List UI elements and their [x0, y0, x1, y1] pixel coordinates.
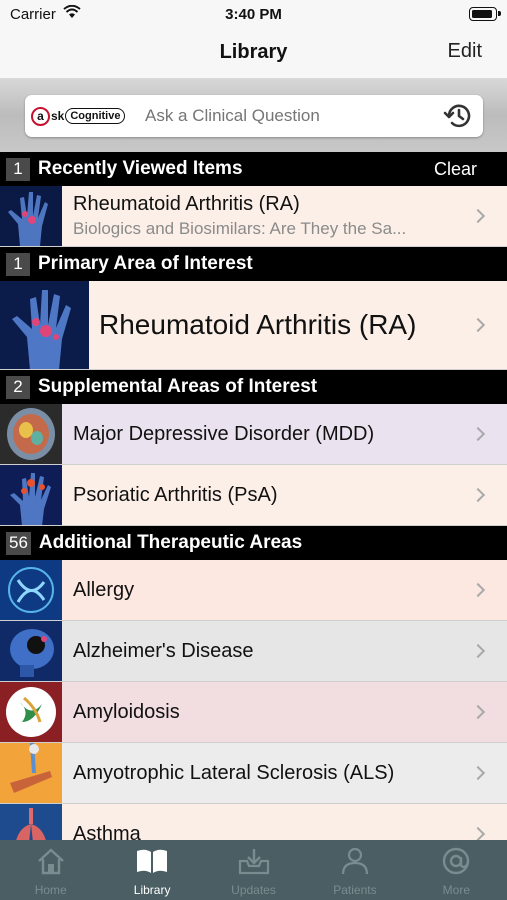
therapeutic-area-item[interactable]: Amyloidosis — [0, 682, 507, 743]
ask-cognitive-logo: a sk Cognitive — [31, 106, 126, 126]
als-thumbnail — [0, 743, 62, 803]
section-count: 2 — [6, 375, 30, 399]
allergy-thumbnail — [0, 560, 62, 620]
supplemental-item[interactable]: Major Depressive Disorder (MDD) — [0, 404, 507, 465]
section-count: 1 — [6, 252, 30, 276]
recent-item[interactable]: Rheumatoid Arthritis (RA) Biologics and … — [0, 186, 507, 247]
tab-label: Home — [34, 883, 67, 897]
section-title: Additional Therapeutic Areas — [38, 532, 303, 553]
tab-patients[interactable]: Patients — [304, 840, 405, 900]
section-header-additional: 56 Additional Therapeutic Areas — [0, 526, 507, 560]
section-title: Supplemental Areas of Interest — [38, 376, 318, 397]
item-title: Psoriatic Arthritis (PsA) — [73, 483, 278, 506]
tab-label: Updates — [231, 883, 276, 897]
home-icon — [35, 847, 67, 880]
history-icon[interactable] — [443, 102, 473, 135]
tab-home[interactable]: Home — [0, 840, 101, 900]
tab-label: Patients — [333, 883, 377, 897]
ask-logo-text: sk — [51, 109, 65, 123]
section-count: 56 — [6, 531, 31, 555]
primary-item[interactable]: Rheumatoid Arthritis (RA) — [0, 281, 507, 370]
book-icon — [135, 847, 169, 880]
item-title: Rheumatoid Arthritis (RA) — [99, 309, 417, 340]
battery-icon — [469, 7, 501, 21]
edit-button[interactable]: Edit — [448, 40, 482, 63]
ask-cognitive-search-box[interactable]: a sk Cognitive — [25, 95, 483, 137]
item-title: Asthma — [73, 822, 141, 841]
navigation-bar: Library Edit — [0, 30, 507, 78]
psa-hand-thumbnail — [0, 465, 62, 525]
section-header-supplemental: 2 Supplemental Areas of Interest — [0, 370, 507, 404]
cognitive-logo-text: Cognitive — [65, 108, 126, 124]
tab-label: Library — [133, 883, 171, 897]
brain-scan-thumbnail — [0, 404, 62, 464]
item-title: Allergy — [73, 578, 135, 601]
tab-label: More — [442, 883, 470, 897]
item-title: Alzheimer's Disease — [73, 639, 254, 662]
section-title: Primary Area of Interest — [38, 253, 253, 274]
section-title: Recently Viewed Items — [38, 158, 243, 179]
clock: 3:40 PM — [225, 6, 282, 23]
therapeutic-area-item[interactable]: Allergy — [0, 560, 507, 621]
asthma-thumbnail — [0, 804, 62, 840]
item-title: Amyotrophic Lateral Sclerosis (ALS) — [73, 761, 395, 784]
item-title: Amyloidosis — [73, 700, 180, 723]
supplemental-item[interactable]: Psoriatic Arthritis (PsA) — [0, 465, 507, 526]
person-icon — [340, 847, 370, 880]
therapeutic-area-item[interactable]: Alzheimer's Disease — [0, 621, 507, 682]
amyloidosis-thumbnail — [0, 682, 62, 742]
clear-recent-button[interactable]: Clear — [434, 159, 477, 180]
tab-more[interactable]: More — [406, 840, 507, 900]
tab-bar: Home Library Updates Patients More — [0, 840, 507, 900]
clinical-question-input[interactable] — [145, 106, 435, 126]
ra-hand-large-thumbnail — [0, 281, 89, 369]
section-count: 1 — [6, 157, 30, 181]
ask-a-logo-icon: a — [31, 106, 50, 126]
therapeutic-area-item[interactable]: Amyotrophic Lateral Sclerosis (ALS) — [0, 743, 507, 804]
alzheimers-thumbnail — [0, 621, 62, 681]
therapeutic-area-item[interactable]: Asthma — [0, 804, 507, 840]
item-subtitle: Biologics and Biosimilars: Are They the … — [73, 219, 407, 238]
at-sign-icon — [440, 847, 472, 880]
library-list[interactable]: 1 Recently Viewed Items Clear Rheumatoid… — [0, 152, 507, 840]
inbox-download-icon — [237, 847, 271, 880]
tab-updates[interactable]: Updates — [203, 840, 304, 900]
ra-hand-thumbnail — [0, 186, 62, 246]
status-bar: Carrier 3:40 PM — [0, 0, 507, 30]
item-title: Rheumatoid Arthritis (RA) — [73, 193, 300, 215]
page-title: Library — [219, 41, 288, 63]
tab-library[interactable]: Library — [101, 840, 202, 900]
section-header-primary: 1 Primary Area of Interest — [0, 247, 507, 281]
item-title: Major Depressive Disorder (MDD) — [73, 422, 375, 445]
section-header-recent: 1 Recently Viewed Items Clear — [0, 152, 507, 186]
search-area: a sk Cognitive — [0, 78, 507, 152]
